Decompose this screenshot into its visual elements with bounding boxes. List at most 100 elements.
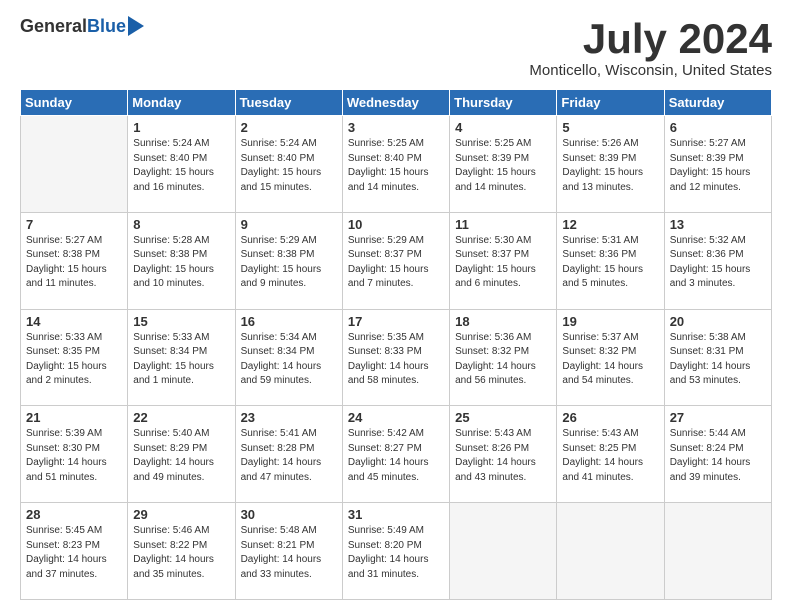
calendar-cell: 12Sunrise: 5:31 AM Sunset: 8:36 PM Dayli…	[557, 212, 664, 309]
header: General Blue July 2024 Monticello, Wisco…	[20, 16, 772, 79]
day-number: 8	[133, 217, 229, 232]
calendar-cell: 14 Sunrise: 5:33 AM Sunset: 8:35 PM Dayli…	[21, 309, 128, 406]
calendar-cell: 17Sunrise: 5:35 AM Sunset: 8:33 PM Dayli…	[342, 309, 449, 406]
day-number: 7	[26, 217, 122, 232]
calendar-cell: 15 Sunrise: 5:33 AM Sunset: 8:34 PM Dayli…	[128, 309, 235, 406]
calendar-row-3: 21Sunrise: 5:39 AM Sunset: 8:30 PM Dayli…	[21, 406, 772, 503]
calendar-row-1: 7Sunrise: 5:27 AM Sunset: 8:38 PM Daylig…	[21, 212, 772, 309]
calendar-cell: 10 Sunrise: 5:29 AM Sunset: 8:37 PM Dayli…	[342, 212, 449, 309]
page: General Blue July 2024 Monticello, Wisco…	[0, 0, 792, 612]
calendar-row-2: 14 Sunrise: 5:33 AM Sunset: 8:35 PM Dayli…	[21, 309, 772, 406]
day-info: Sunrise: 5:24 AM Sunset: 8:40 PM Dayligh…	[133, 137, 229, 195]
day-info: Sunrise: 5:29 AM Sunset: 8:37 PM Dayligh…	[348, 234, 444, 292]
col-header-sunday: Sunday	[21, 90, 128, 116]
calendar-cell: 2Sunrise: 5:24 AM Sunset: 8:40 PM Daylig…	[235, 116, 342, 213]
day-info: Sunrise: 5:46 AM Sunset: 8:22 PM Dayligh…	[133, 524, 229, 582]
day-number: 21	[26, 410, 122, 425]
day-info: Sunrise: 5:43 AM Sunset: 8:26 PM Dayligh…	[455, 427, 551, 485]
day-number: 20	[670, 314, 766, 329]
day-info: Sunrise: 5:45 AM Sunset: 8:23 PM Dayligh…	[26, 524, 122, 582]
col-header-tuesday: Tuesday	[235, 90, 342, 116]
calendar-cell: 27Sunrise: 5:44 AM Sunset: 8:24 PM Dayli…	[664, 406, 771, 503]
col-header-monday: Monday	[128, 90, 235, 116]
day-info: Sunrise: 5:42 AM Sunset: 8:27 PM Dayligh…	[348, 427, 444, 485]
calendar-cell: 3 Sunrise: 5:25 AM Sunset: 8:40 PM Daylig…	[342, 116, 449, 213]
day-info: Sunrise: 5:31 AM Sunset: 8:36 PM Dayligh…	[562, 234, 658, 292]
day-info: Sunrise: 5:32 AM Sunset: 8:36 PM Dayligh…	[670, 234, 766, 292]
calendar-cell: 25 Sunrise: 5:43 AM Sunset: 8:26 PM Dayli…	[450, 406, 557, 503]
logo-arrow-icon	[128, 16, 144, 36]
calendar-cell: 1Sunrise: 5:24 AM Sunset: 8:40 PM Daylig…	[128, 116, 235, 213]
day-info: Sunrise: 5:33 AM Sunset: 8:35 PM Dayligh…	[26, 331, 122, 389]
calendar-cell: 24 Sunrise: 5:42 AM Sunset: 8:27 PM Dayli…	[342, 406, 449, 503]
day-number: 28	[26, 507, 122, 522]
day-info: Sunrise: 5:25 AM Sunset: 8:39 PM Dayligh…	[455, 137, 551, 195]
calendar-cell: 8 Sunrise: 5:28 AM Sunset: 8:38 PM Daylig…	[128, 212, 235, 309]
day-number: 19	[562, 314, 658, 329]
day-number: 26	[562, 410, 658, 425]
day-info: Sunrise: 5:26 AM Sunset: 8:39 PM Dayligh…	[562, 137, 658, 195]
calendar-cell: 29Sunrise: 5:46 AM Sunset: 8:22 PM Dayli…	[128, 503, 235, 600]
day-info: Sunrise: 5:33 AM Sunset: 8:34 PM Dayligh…	[133, 331, 229, 389]
calendar-table: SundayMondayTuesdayWednesdayThursdayFrid…	[20, 89, 772, 600]
day-info: Sunrise: 5:27 AM Sunset: 8:39 PM Dayligh…	[670, 137, 766, 195]
day-number: 3	[348, 120, 444, 135]
day-number: 4	[455, 120, 551, 135]
day-info: Sunrise: 5:49 AM Sunset: 8:20 PM Dayligh…	[348, 524, 444, 582]
day-info: Sunrise: 5:43 AM Sunset: 8:25 PM Dayligh…	[562, 427, 658, 485]
calendar-cell: 30Sunrise: 5:48 AM Sunset: 8:21 PM Dayli…	[235, 503, 342, 600]
day-info: Sunrise: 5:38 AM Sunset: 8:31 PM Dayligh…	[670, 331, 766, 389]
calendar-cell: 4 Sunrise: 5:25 AM Sunset: 8:39 PM Daylig…	[450, 116, 557, 213]
calendar-cell: 5 Sunrise: 5:26 AM Sunset: 8:39 PM Daylig…	[557, 116, 664, 213]
day-info: Sunrise: 5:44 AM Sunset: 8:24 PM Dayligh…	[670, 427, 766, 485]
day-number: 31	[348, 507, 444, 522]
calendar-cell: 22 Sunrise: 5:40 AM Sunset: 8:29 PM Dayli…	[128, 406, 235, 503]
calendar-cell: 16 Sunrise: 5:34 AM Sunset: 8:34 PM Dayli…	[235, 309, 342, 406]
day-info: Sunrise: 5:25 AM Sunset: 8:40 PM Dayligh…	[348, 137, 444, 195]
day-number: 16	[241, 314, 337, 329]
day-number: 6	[670, 120, 766, 135]
day-info: Sunrise: 5:36 AM Sunset: 8:32 PM Dayligh…	[455, 331, 551, 389]
calendar-cell: 9 Sunrise: 5:29 AM Sunset: 8:38 PM Daylig…	[235, 212, 342, 309]
day-number: 9	[241, 217, 337, 232]
day-info: Sunrise: 5:37 AM Sunset: 8:32 PM Dayligh…	[562, 331, 658, 389]
day-info: Sunrise: 5:34 AM Sunset: 8:34 PM Dayligh…	[241, 331, 337, 389]
day-number: 14	[26, 314, 122, 329]
day-number: 23	[241, 410, 337, 425]
calendar-cell	[664, 503, 771, 600]
calendar-row-0: 1Sunrise: 5:24 AM Sunset: 8:40 PM Daylig…	[21, 116, 772, 213]
calendar-cell: 26 Sunrise: 5:43 AM Sunset: 8:25 PM Dayli…	[557, 406, 664, 503]
day-number: 24	[348, 410, 444, 425]
day-number: 13	[670, 217, 766, 232]
day-number: 5	[562, 120, 658, 135]
day-info: Sunrise: 5:40 AM Sunset: 8:29 PM Dayligh…	[133, 427, 229, 485]
calendar-cell: 7Sunrise: 5:27 AM Sunset: 8:38 PM Daylig…	[21, 212, 128, 309]
day-number: 2	[241, 120, 337, 135]
logo-blue-text: Blue	[87, 16, 126, 37]
calendar-cell: 20 Sunrise: 5:38 AM Sunset: 8:31 PM Dayli…	[664, 309, 771, 406]
calendar-cell: 28 Sunrise: 5:45 AM Sunset: 8:23 PM Dayli…	[21, 503, 128, 600]
calendar-cell: 18Sunrise: 5:36 AM Sunset: 8:32 PM Dayli…	[450, 309, 557, 406]
month-title: July 2024	[529, 16, 772, 62]
col-header-saturday: Saturday	[664, 90, 771, 116]
logo-general-text: General	[20, 16, 87, 37]
day-number: 25	[455, 410, 551, 425]
calendar-cell: 21Sunrise: 5:39 AM Sunset: 8:30 PM Dayli…	[21, 406, 128, 503]
col-header-thursday: Thursday	[450, 90, 557, 116]
calendar-cell: 31 Sunrise: 5:49 AM Sunset: 8:20 PM Dayli…	[342, 503, 449, 600]
calendar-cell	[21, 116, 128, 213]
title-block: July 2024 Monticello, Wisconsin, United …	[529, 16, 772, 79]
day-number: 15	[133, 314, 229, 329]
day-number: 10	[348, 217, 444, 232]
calendar-cell	[557, 503, 664, 600]
day-number: 22	[133, 410, 229, 425]
calendar-cell: 11Sunrise: 5:30 AM Sunset: 8:37 PM Dayli…	[450, 212, 557, 309]
logo: General Blue	[20, 16, 144, 37]
day-info: Sunrise: 5:30 AM Sunset: 8:37 PM Dayligh…	[455, 234, 551, 292]
calendar-cell: 19 Sunrise: 5:37 AM Sunset: 8:32 PM Dayli…	[557, 309, 664, 406]
day-info: Sunrise: 5:29 AM Sunset: 8:38 PM Dayligh…	[241, 234, 337, 292]
day-info: Sunrise: 5:28 AM Sunset: 8:38 PM Dayligh…	[133, 234, 229, 292]
calendar-cell: 6 Sunrise: 5:27 AM Sunset: 8:39 PM Daylig…	[664, 116, 771, 213]
day-info: Sunrise: 5:48 AM Sunset: 8:21 PM Dayligh…	[241, 524, 337, 582]
calendar-cell: 13 Sunrise: 5:32 AM Sunset: 8:36 PM Dayli…	[664, 212, 771, 309]
